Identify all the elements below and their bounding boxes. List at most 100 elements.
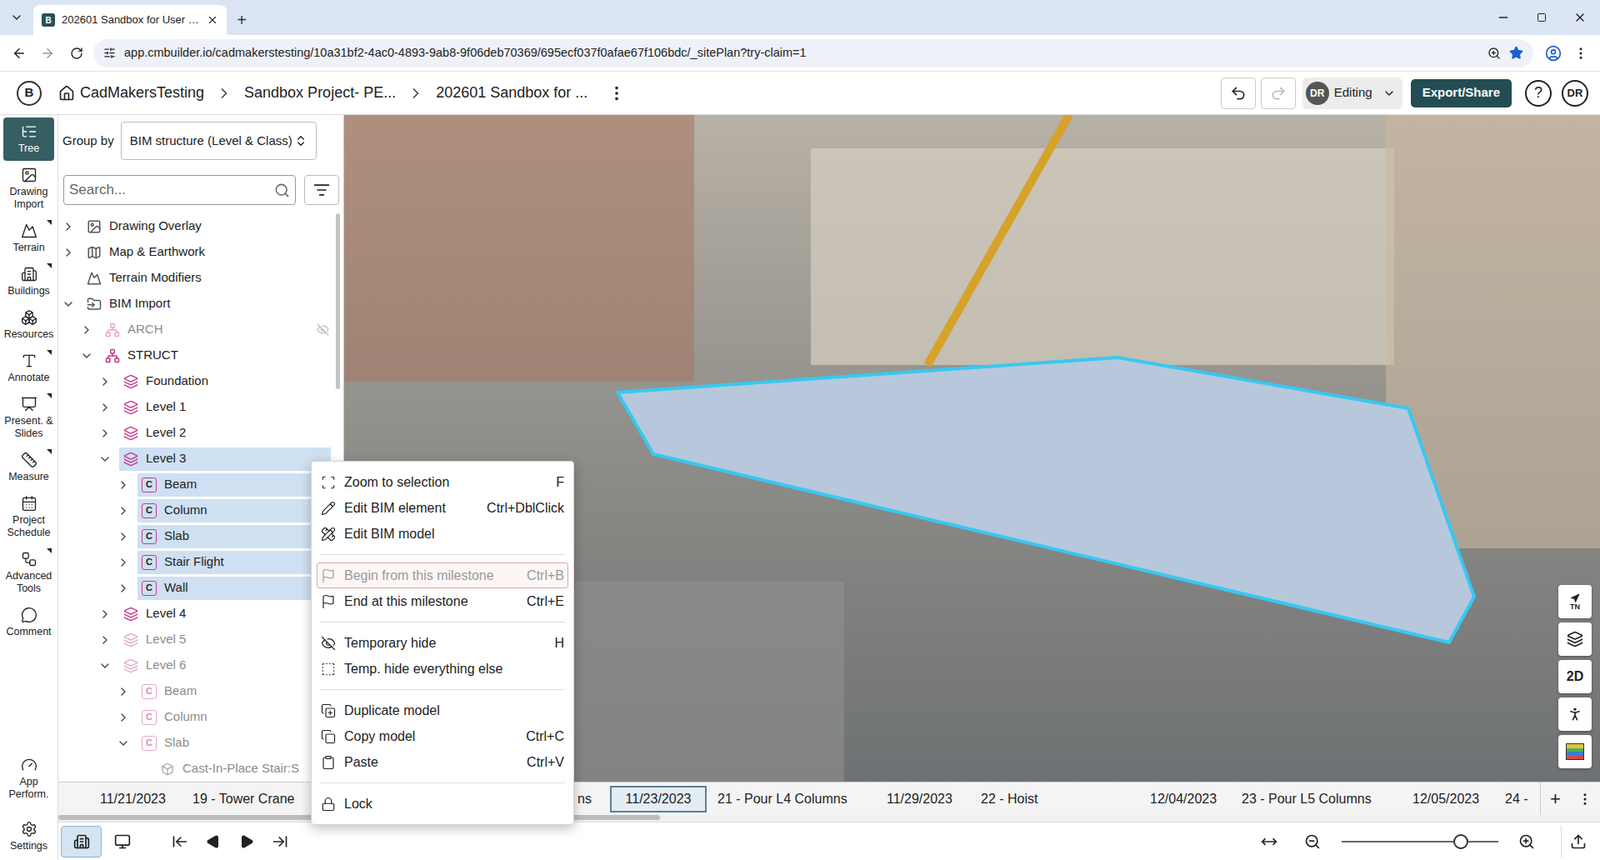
timeline-scrollbar[interactable] (58, 815, 1600, 822)
timeline-date[interactable]: 11/23/2023 (609, 782, 708, 816)
back-icon[interactable] (11, 45, 27, 61)
play-button[interactable] (230, 825, 264, 858)
reload-icon[interactable] (70, 46, 84, 60)
rail-item[interactable]: Comment (3, 600, 55, 645)
timeline-milestone[interactable]: 19 - Tower Crane (182, 782, 310, 816)
browser-tab[interactable]: B202601 Sandbox for User Guid (33, 5, 227, 35)
rail-item[interactable]: Project Schedule (3, 489, 55, 545)
expand-toggle[interactable] (77, 323, 96, 337)
zoom-out-button[interactable] (1295, 825, 1330, 858)
tree-row[interactable]: CColumn (58, 704, 344, 730)
tree-row[interactable]: BIM Import (58, 290, 344, 317)
rail-item[interactable]: Settings (3, 815, 55, 859)
previous-button[interactable] (196, 825, 230, 858)
menu-item[interactable]: Lock (316, 790, 569, 817)
timeline-date[interactable]: 12/04/2023 (1140, 782, 1232, 816)
expand-toggle[interactable] (95, 452, 115, 466)
expand-toggle[interactable] (95, 633, 115, 647)
zoom-slider-thumb[interactable] (1453, 834, 1469, 850)
timeline-date[interactable]: 12/05/2023 (1402, 782, 1495, 816)
expand-toggle[interactable] (95, 659, 115, 673)
rail-item[interactable]: Terrain (3, 216, 55, 260)
walk-view-button[interactable] (1558, 697, 1592, 731)
page-zoom-icon[interactable] (1487, 46, 1501, 60)
rail-item[interactable]: Drawing Import (3, 160, 55, 217)
legend-view-button[interactable] (1558, 735, 1592, 769)
expand-toggle[interactable] (95, 400, 115, 415)
project-menu-icon[interactable] (607, 84, 626, 103)
expand-toggle[interactable] (95, 375, 115, 389)
expand-toggle[interactable] (114, 685, 133, 699)
tree-row[interactable]: CStair Flight (58, 549, 344, 575)
rail-item[interactable]: Resources (3, 303, 55, 347)
expand-toggle[interactable] (95, 607, 115, 621)
tree-row[interactable]: CBeam (58, 471, 344, 498)
browser-menu-icon[interactable] (1573, 45, 1589, 61)
tree-row[interactable]: STRUCT (58, 342, 344, 369)
timeline-milestone[interactable]: 23 - Pour L5 Columns (1231, 782, 1403, 816)
export-share-button[interactable]: Export/Share (1410, 79, 1512, 108)
last-button[interactable] (263, 825, 297, 858)
menu-item[interactable]: Duplicate model (316, 697, 569, 724)
breadcrumb-item[interactable]: 202601 Sandbox for ... (435, 81, 588, 105)
minimize-icon[interactable] (1496, 10, 1510, 25)
tree-row[interactable]: CColumn (58, 497, 344, 524)
rail-item[interactable]: Tree (3, 117, 55, 161)
home-icon[interactable] (58, 85, 75, 102)
url-field[interactable]: app.cmbuilder.io/cadmakerstesting/10a31b… (93, 39, 1534, 68)
expand-toggle[interactable] (59, 220, 78, 234)
breadcrumb-item[interactable]: CadMakersTesting (80, 81, 205, 105)
mode-view-button[interactable]: 2D (1558, 660, 1592, 694)
menu-item[interactable]: Edit BIM elementCtrl+DblClick (316, 495, 569, 521)
view-mode-button[interactable] (60, 825, 102, 858)
tree-row[interactable]: CWall (58, 575, 344, 601)
rail-item[interactable]: App Perform. (3, 750, 55, 807)
menu-item[interactable]: PasteCtrl+V (316, 749, 569, 775)
group-by-select[interactable]: BIM structure (Level & Class) (120, 121, 317, 160)
tree-row[interactable]: Level 4 (58, 600, 344, 627)
menu-item[interactable]: Temp. hide everything else (316, 655, 569, 682)
timeline-milestone[interactable]: 22 - Hoist (970, 782, 1140, 816)
redo-button[interactable] (1260, 77, 1296, 110)
tree-row[interactable]: Terrain Modifiers (58, 265, 344, 291)
breadcrumb-item[interactable]: Sandbox Project- PE... (244, 81, 396, 105)
expand-toggle[interactable] (114, 530, 133, 544)
forward-icon[interactable] (40, 45, 55, 61)
rail-item[interactable]: Advanced Tools (3, 545, 55, 601)
expand-toggle[interactable] (114, 555, 133, 570)
fit-button[interactable] (1252, 825, 1286, 858)
rail-item[interactable]: Buildings (3, 260, 55, 304)
menu-item[interactable]: Edit BIM model (316, 520, 569, 547)
tree-row[interactable]: CSlab (58, 730, 344, 756)
app-logo[interactable]: B (16, 80, 42, 106)
layers-view-button[interactable] (1558, 622, 1592, 656)
tree-row[interactable]: Level 3 (58, 445, 344, 472)
rail-item[interactable]: Annotate (3, 346, 55, 390)
new-tab-button[interactable]: + (226, 5, 257, 35)
menu-item[interactable]: End at this milestoneCtrl+E (316, 588, 569, 615)
rail-item[interactable]: Measure (3, 445, 55, 490)
tree-search-field[interactable]: Search... (63, 175, 296, 205)
close-window-icon[interactable] (1573, 10, 1587, 25)
expand-toggle[interactable] (114, 710, 133, 725)
tree-filter-button[interactable] (304, 175, 340, 205)
menu-item[interactable]: Zoom to selectionF (316, 469, 569, 495)
timeline-date[interactable]: 11/29/2023 (876, 782, 971, 816)
profile-icon[interactable] (1545, 45, 1562, 62)
zoom-in-button[interactable] (1510, 825, 1544, 858)
rail-item[interactable]: Present. & Slides (3, 390, 55, 446)
timeline-milestone[interactable]: 21 - Pour L4 Columns (707, 782, 877, 816)
timeline-milestone[interactable]: 24 - (1495, 782, 1540, 816)
expand-toggle[interactable] (59, 297, 78, 311)
first-button[interactable] (163, 825, 197, 858)
expand-toggle[interactable] (77, 349, 96, 363)
expand-toggle[interactable] (114, 581, 133, 595)
bookmark-star-icon[interactable] (1509, 45, 1524, 60)
timeline-menu-button[interactable] (1570, 782, 1600, 816)
maximize-icon[interactable] (1536, 12, 1547, 23)
tree-row[interactable]: Level 1 (58, 394, 344, 420)
tree-row[interactable]: CSlab (58, 523, 344, 550)
export-view-button[interactable] (1560, 825, 1595, 858)
close-tab-icon[interactable] (206, 14, 219, 26)
tree-row[interactable]: ARCH (58, 316, 344, 343)
